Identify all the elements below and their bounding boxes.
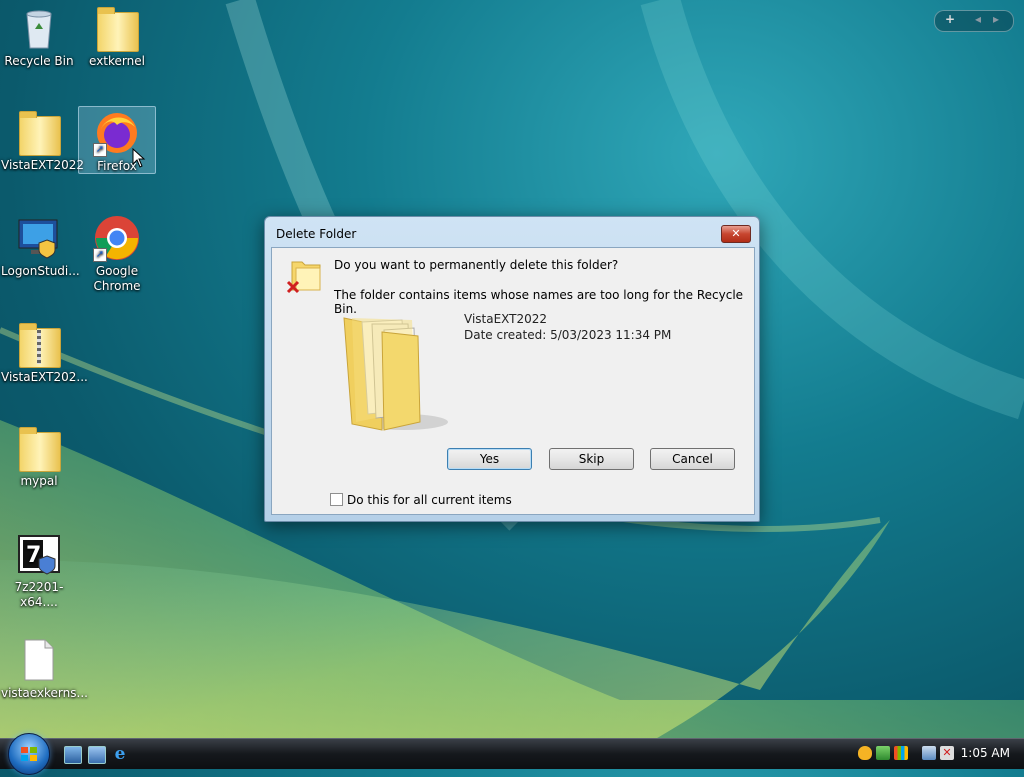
desktop-icon-mypal[interactable]: mypal <box>1 422 77 489</box>
taskbar-clock[interactable]: 1:05 AM <box>961 746 1010 760</box>
security-warning-icon[interactable] <box>858 746 872 760</box>
desktop-icon-google-chrome[interactable]: ➚ Google Chrome <box>79 212 155 294</box>
connection-icon[interactable] <box>922 746 936 760</box>
dialog-close-button[interactable]: ✕ <box>721 225 751 243</box>
desktop-icon-vistaext2022[interactable]: VistaEXT2022 <box>1 106 85 173</box>
7zip-installer-icon: 7 <box>15 530 63 578</box>
shortcut-arrow-icon: ➚ <box>93 143 107 157</box>
recycle-bin-icon <box>15 4 63 52</box>
switch-windows-icon[interactable] <box>88 746 106 764</box>
apply-to-all-label: Do this for all current items <box>347 493 512 507</box>
skip-button[interactable]: Skip <box>549 448 634 470</box>
taskbar: e ✕ 1:05 AM <box>0 733 1024 775</box>
cancel-button[interactable]: Cancel <box>650 448 735 470</box>
folder-icon <box>15 424 63 472</box>
volume-muted-icon[interactable]: ✕ <box>940 746 954 760</box>
dialog-title: Delete Folder <box>276 227 357 241</box>
start-button[interactable] <box>8 733 50 775</box>
monitor-shield-icon <box>15 214 63 262</box>
desktop-icon-vistaext202-zip[interactable]: VistaEXT202... <box>1 318 88 385</box>
desktop-icon-label: VistaEXT202... <box>1 370 88 384</box>
windows-update-icon[interactable] <box>894 746 908 760</box>
desktop-icon-label: VistaEXT2022 <box>1 158 85 172</box>
apply-to-all-checkbox[interactable] <box>330 493 343 506</box>
desktop-icon-label: vistaexkerns... <box>1 686 88 700</box>
delete-folder-dialog: Delete Folder ✕ Do you want to permanent… <box>264 216 760 522</box>
dialog-question: Do you want to permanently delete this f… <box>334 258 619 272</box>
desktop-icon-extkernel[interactable]: extkernel <box>79 2 155 69</box>
blank-file-icon <box>15 636 63 684</box>
internet-explorer-icon[interactable]: e <box>112 746 128 763</box>
desktop-icon-label: Google Chrome <box>93 264 141 293</box>
desktop-icon-vistaexkerns[interactable]: vistaexkerns... <box>1 634 88 701</box>
windows-logo-icon <box>21 747 37 761</box>
add-gadget-button[interactable]: + <box>945 12 955 26</box>
gadget-prev-button[interactable]: ◂ <box>975 12 981 26</box>
desktop-icon-recycle-bin[interactable]: Recycle Bin <box>1 2 77 69</box>
gadget-next-button[interactable]: ▸ <box>993 12 999 26</box>
zip-folder-icon <box>15 320 63 368</box>
desktop-icon-label: 7z2201-x64.... <box>14 580 64 609</box>
show-desktop-icon[interactable] <box>64 746 82 764</box>
folder-name-text: VistaEXT2022 <box>464 312 548 326</box>
desktop-icon-label: Recycle Bin <box>4 54 74 68</box>
delete-folder-icon <box>286 256 324 296</box>
folder-icon <box>15 108 63 156</box>
large-folder-icon <box>342 310 450 434</box>
desktop-icon-label: LogonStudi... <box>1 264 80 278</box>
folder-date-text: Date created: 5/03/2023 11:34 PM <box>464 328 672 342</box>
folder-icon <box>93 4 141 52</box>
sidebar-gadget-controls: + ◂ ▸ <box>934 10 1014 32</box>
yes-button[interactable]: Yes <box>447 448 532 470</box>
network-icon[interactable] <box>876 746 890 760</box>
dialog-body: Do you want to permanently delete this f… <box>271 247 755 515</box>
desktop-icon-logonstudio[interactable]: LogonStudi... <box>1 212 80 279</box>
shortcut-arrow-icon: ➚ <box>93 248 107 262</box>
desktop-icon-label: extkernel <box>89 54 145 68</box>
chrome-icon: ➚ <box>93 214 141 262</box>
desktop-icon-label: mypal <box>20 474 58 488</box>
mouse-cursor <box>132 148 146 168</box>
apply-to-all-row[interactable]: Do this for all current items <box>330 493 512 507</box>
desktop-icon-7zip-installer[interactable]: 7 7z2201-x64.... <box>1 528 77 610</box>
